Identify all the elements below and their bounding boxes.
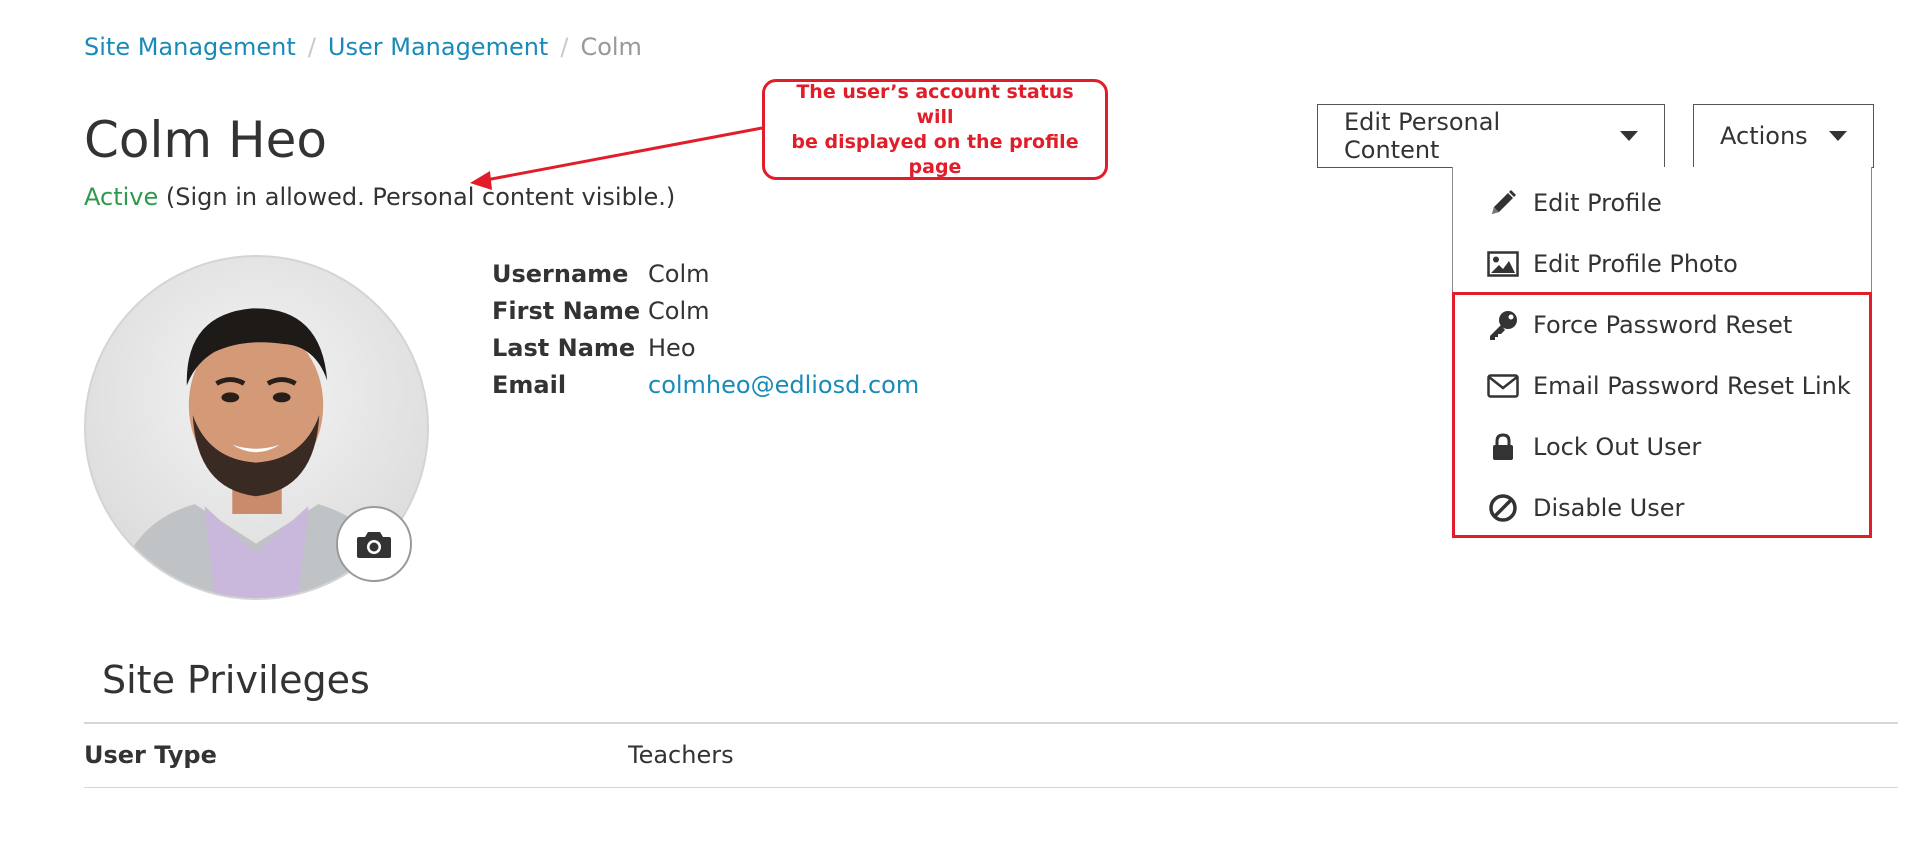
breadcrumb-current: Colm (580, 33, 642, 61)
breadcrumb-separator: / (307, 33, 316, 61)
menu-item-label: Edit Profile (1533, 188, 1662, 217)
first-name-label: First Name (492, 297, 641, 325)
pencil-icon (1486, 186, 1520, 220)
divider (84, 722, 1898, 724)
lock-icon (1486, 430, 1520, 464)
key-icon (1486, 308, 1520, 342)
callout-line-2: be displayed on the profile page (791, 130, 1079, 178)
caret-down-icon (1829, 131, 1847, 141)
last-name-label: Last Name (492, 334, 636, 362)
callout-line-1: The user’s account status will (796, 80, 1074, 128)
breadcrumb-user-management-link[interactable]: User Management (328, 33, 548, 61)
account-status: Active (Sign in allowed. Personal conten… (84, 180, 675, 214)
actions-button[interactable]: Actions (1693, 104, 1874, 168)
menu-item-label: Email Password Reset Link (1533, 371, 1851, 400)
username-value: Colm (648, 260, 710, 288)
menu-item-label: Force Password Reset (1533, 310, 1793, 339)
menu-item-edit-profile[interactable]: Edit Profile (1453, 172, 1871, 233)
last-name-value: Heo (648, 334, 696, 362)
status-detail: (Sign in allowed. Personal content visib… (165, 183, 676, 211)
first-name-value: Colm (648, 297, 710, 325)
status-badge: Active (84, 183, 159, 211)
email-label: Email (492, 371, 567, 399)
camera-icon (357, 532, 391, 558)
user-type-value: Teachers (628, 741, 734, 769)
change-photo-button[interactable] (336, 506, 412, 582)
image-icon (1486, 247, 1520, 281)
page-title: Colm Heo (84, 111, 327, 169)
menu-item-force-password-reset[interactable]: Force Password Reset (1453, 294, 1871, 355)
menu-item-label: Lock Out User (1533, 432, 1702, 461)
menu-item-edit-profile-photo[interactable]: Edit Profile Photo (1453, 233, 1871, 294)
breadcrumb-separator: / (560, 33, 569, 61)
menu-item-label: Edit Profile Photo (1533, 249, 1738, 278)
edit-personal-content-label: Edit Personal Content (1344, 108, 1501, 164)
menu-item-email-password-reset-link[interactable]: Email Password Reset Link (1453, 355, 1871, 416)
menu-item-disable-user[interactable]: Disable User (1453, 477, 1871, 538)
username-label: Username (492, 260, 629, 288)
caret-down-icon (1620, 131, 1638, 141)
actions-dropdown-menu: Edit Profile Edit Profile Photo Force Pa… (1452, 167, 1872, 537)
divider (84, 787, 1898, 788)
annotation-callout: The user’s account status will be displa… (762, 79, 1108, 180)
actions-label: Actions (1720, 122, 1808, 150)
edit-personal-content-button[interactable]: Edit Personal Content (1317, 104, 1665, 168)
ban-icon (1486, 491, 1520, 525)
breadcrumb: Site Management / User Management / Colm (84, 30, 642, 64)
menu-item-label: Disable User (1533, 493, 1685, 522)
breadcrumb-site-management-link[interactable]: Site Management (84, 33, 296, 61)
email-link[interactable]: colmheo@edliosd.com (648, 367, 919, 404)
menu-item-lock-out-user[interactable]: Lock Out User (1453, 416, 1871, 477)
user-type-label: User Type (84, 741, 217, 769)
section-title-site-privileges: Site Privileges (102, 658, 370, 702)
envelope-icon (1486, 369, 1520, 403)
